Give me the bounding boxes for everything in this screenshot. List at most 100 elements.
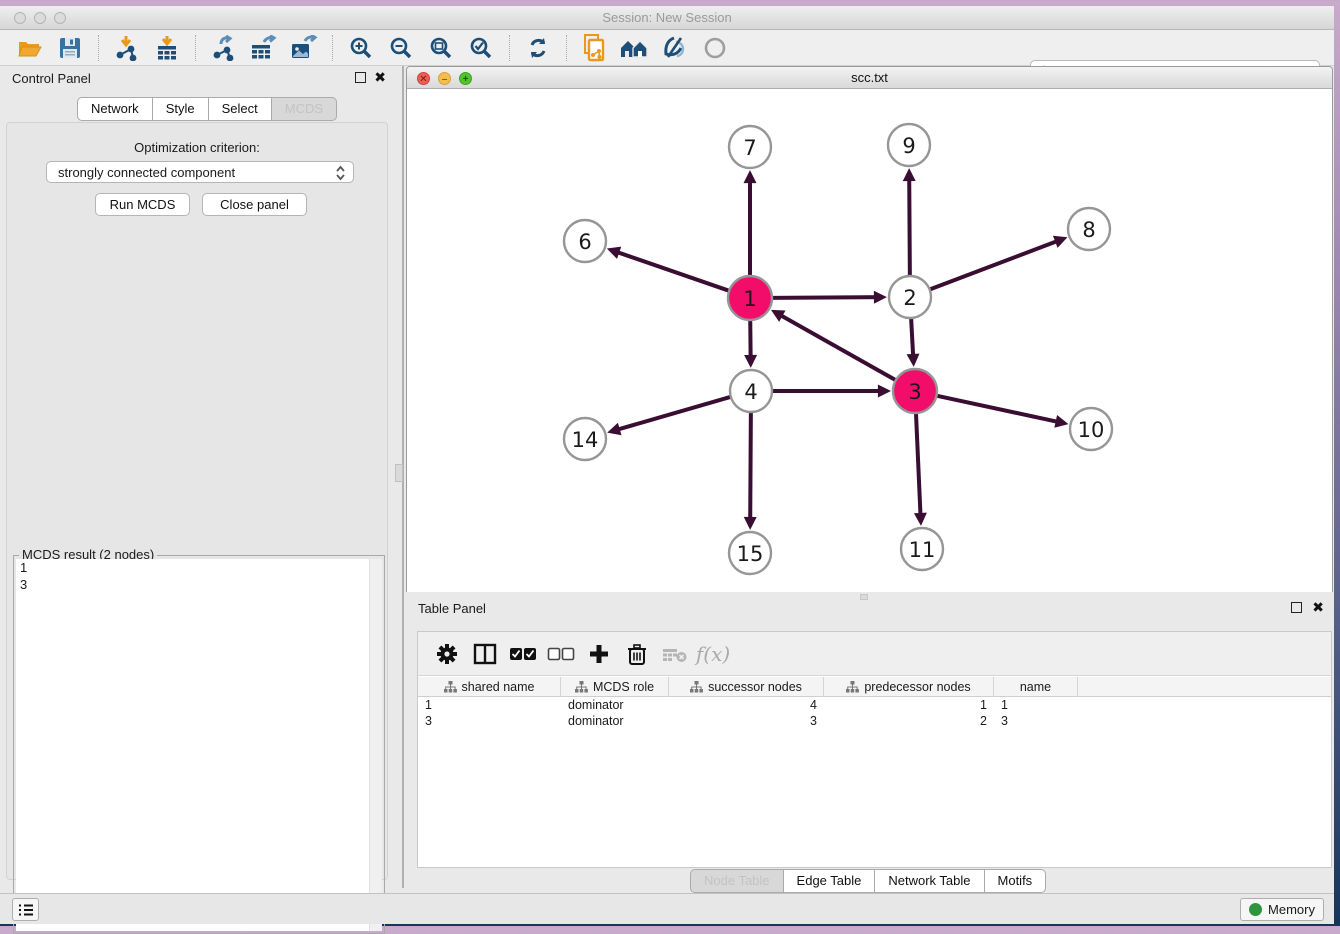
table-cell[interactable]: 1 <box>994 697 1078 713</box>
zoom-fit-icon[interactable] <box>426 34 456 62</box>
edge-4-14[interactable] <box>611 397 731 432</box>
delete-column-icon[interactable] <box>620 639 654 669</box>
table-row[interactable]: 3dominator323 <box>418 713 1331 729</box>
table-row[interactable]: 1dominator411 <box>418 697 1331 713</box>
float-panel-icon[interactable] <box>355 72 366 83</box>
close-panel-icon[interactable]: ✖ <box>374 69 386 86</box>
mcds-result-group: MCDS result (2 nodes) 13 <box>13 555 385 934</box>
tab-mcds[interactable]: MCDS <box>272 97 337 121</box>
column-layout-icon[interactable] <box>468 639 502 669</box>
graph-node-10[interactable]: 10 <box>1070 408 1112 450</box>
save-session-icon[interactable] <box>55 34 85 62</box>
tab-network-table[interactable]: Network Table <box>875 869 984 893</box>
edge-1-6[interactable] <box>611 250 730 291</box>
toolbar-separator <box>98 35 99 61</box>
network-canvas[interactable]: 7 9 6 8 1 2 4 3 14 10 15 11 <box>407 89 1332 592</box>
function-builder-icon: f(x) <box>696 639 730 669</box>
app-window: Session: New Session <box>0 6 1334 924</box>
graph-node-6[interactable]: 6 <box>564 220 606 262</box>
graph-node-3[interactable]: 3 <box>893 369 937 413</box>
column-attribute-icon <box>444 681 457 693</box>
bird-eye-view-icon[interactable] <box>700 34 730 62</box>
select-all-icon[interactable] <box>506 639 540 669</box>
zoom-in-icon[interactable] <box>346 34 376 62</box>
graph-node-7[interactable]: 7 <box>729 126 771 168</box>
edge-2-8[interactable] <box>930 239 1064 290</box>
deselect-all-icon[interactable] <box>544 639 578 669</box>
export-table-icon[interactable] <box>249 34 279 62</box>
open-file-icon[interactable] <box>15 34 45 62</box>
node-label: 15 <box>737 542 764 566</box>
zoom-out-icon[interactable] <box>386 34 416 62</box>
tab-node-table[interactable]: Node Table <box>690 869 784 893</box>
memory-status-dot <box>1249 903 1262 916</box>
table-cell[interactable]: 2 <box>824 713 994 729</box>
float-panel-icon[interactable] <box>1291 602 1302 613</box>
memory-button[interactable]: Memory <box>1240 898 1324 921</box>
optimization-criterion-select[interactable]: strongly connected component <box>46 161 354 183</box>
table-cell[interactable]: 3 <box>418 713 561 729</box>
graph-node-9[interactable]: 9 <box>888 124 930 166</box>
table-cell[interactable]: dominator <box>561 713 669 729</box>
main-toolbar <box>0 30 1334 66</box>
settings-gear-icon[interactable] <box>430 639 464 669</box>
graph-node-15[interactable]: 15 <box>729 532 771 574</box>
edge-3-10[interactable] <box>937 396 1065 424</box>
show-panels-button[interactable] <box>12 898 39 921</box>
zoom-selected-icon[interactable] <box>466 34 496 62</box>
control-panel-tabs: NetworkStyleSelectMCDS <box>77 97 337 121</box>
table-cell[interactable]: 3 <box>994 713 1078 729</box>
column-label: shared name <box>462 680 535 694</box>
close-panel-button[interactable]: Close panel <box>202 193 307 216</box>
add-column-icon[interactable] <box>582 639 616 669</box>
tab-edge-table[interactable]: Edge Table <box>784 869 876 893</box>
refresh-layout-icon[interactable] <box>523 34 553 62</box>
result-scrollbar[interactable] <box>369 559 382 931</box>
column-header-shared-name[interactable]: shared name <box>418 677 561 697</box>
tab-network[interactable]: Network <box>77 97 153 121</box>
edge-4-15[interactable] <box>750 412 751 526</box>
toolbar-separator <box>195 35 196 61</box>
graph-node-1[interactable]: 1 <box>728 276 772 320</box>
run-mcds-button[interactable]: Run MCDS <box>95 193 190 216</box>
divider-grip[interactable] <box>395 464 403 482</box>
tab-style[interactable]: Style <box>153 97 209 121</box>
toolbar-separator <box>566 35 567 61</box>
graphics-details-icon[interactable] <box>660 34 690 62</box>
graph-node-2[interactable]: 2 <box>889 276 931 318</box>
table-cell[interactable]: dominator <box>561 697 669 713</box>
column-label: predecessor nodes <box>864 680 970 694</box>
node-table[interactable]: shared name MCDS rolesuccessor nodes prede… <box>418 677 1331 729</box>
graph-node-11[interactable]: 11 <box>901 528 943 570</box>
table-panel-header: Table Panel ✖ <box>406 596 1334 622</box>
edge-2-3[interactable] <box>911 318 913 363</box>
edge-2-9[interactable] <box>909 172 910 276</box>
table-cell[interactable]: 1 <box>824 697 994 713</box>
chevron-updown-icon <box>335 165 346 181</box>
tab-motifs[interactable]: Motifs <box>985 869 1047 893</box>
column-header-name[interactable]: name <box>994 677 1078 697</box>
column-header-mcds-role[interactable]: MCDS role <box>561 677 669 697</box>
new-network-from-selection-icon[interactable] <box>580 34 610 62</box>
close-panel-icon[interactable]: ✖ <box>1312 599 1324 616</box>
tab-select[interactable]: Select <box>209 97 272 121</box>
graph-node-14[interactable]: 14 <box>564 418 606 460</box>
edge-3-11[interactable] <box>916 413 921 522</box>
mcds-result-list[interactable]: 13 <box>16 559 382 931</box>
column-label: name <box>1020 680 1051 694</box>
column-header-predecessor-nodes[interactable]: predecessor nodes <box>824 677 994 697</box>
first-neighbors-icon[interactable] <box>620 34 650 62</box>
edge-1-2[interactable] <box>772 297 883 298</box>
graph-node-8[interactable]: 8 <box>1068 208 1110 250</box>
graph-node-4[interactable]: 4 <box>730 370 772 412</box>
column-header-successor-nodes[interactable]: successor nodes <box>669 677 824 697</box>
import-network-icon[interactable] <box>112 34 142 62</box>
table-cell[interactable]: 1 <box>418 697 561 713</box>
import-table-icon[interactable] <box>152 34 182 62</box>
edge-3-1[interactable] <box>774 312 895 380</box>
export-network-icon[interactable] <box>209 34 239 62</box>
mcds-tab-panel: Optimization criterion: strongly connect… <box>6 122 388 880</box>
table-cell[interactable]: 3 <box>669 713 824 729</box>
export-image-icon[interactable] <box>289 34 319 62</box>
table-cell[interactable]: 4 <box>669 697 824 713</box>
